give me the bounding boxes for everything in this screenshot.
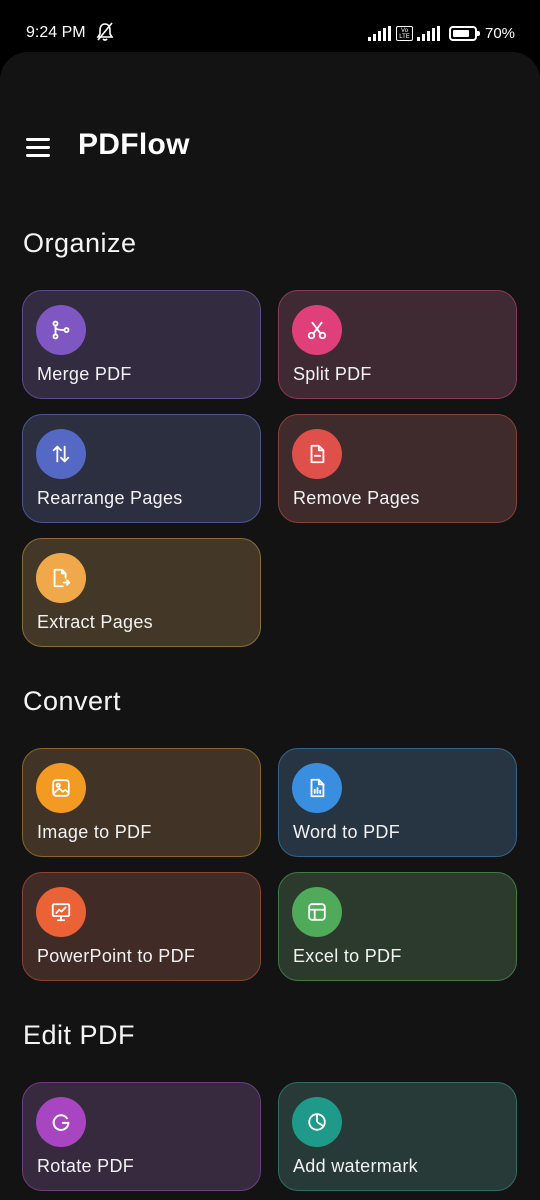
app-title: PDFlow xyxy=(78,128,190,161)
card-label: Add watermark xyxy=(293,1156,418,1176)
table-icon xyxy=(292,887,342,937)
merge-pdf-card[interactable]: Merge PDF xyxy=(22,290,261,399)
powerpoint-to-pdf-card[interactable]: PowerPoint to PDF xyxy=(22,872,261,981)
card-label: Remove Pages xyxy=(293,488,420,508)
merge-icon xyxy=(36,305,86,355)
card-label: Rotate PDF xyxy=(37,1156,135,1176)
image-icon xyxy=(36,763,86,813)
extract-pages-card[interactable]: Extract Pages xyxy=(22,538,261,647)
scissors-icon xyxy=(292,305,342,355)
word-to-pdf-card[interactable]: Word to PDF xyxy=(278,748,517,857)
signal-icon xyxy=(368,26,391,41)
rotate-pdf-card[interactable]: Rotate PDF xyxy=(22,1082,261,1191)
card-label: Image to PDF xyxy=(37,822,152,842)
status-time: 9:24 PM xyxy=(26,24,86,41)
document-icon xyxy=(292,763,342,813)
volte-icon: Vo LTE xyxy=(396,26,413,41)
app-surface: PDFlow Organize Merge PDF Split PDF Rear… xyxy=(0,52,540,1200)
battery-icon xyxy=(449,26,480,41)
split-pdf-card[interactable]: Split PDF xyxy=(278,290,517,399)
rotate-icon xyxy=(36,1097,86,1147)
card-label: Rearrange Pages xyxy=(37,488,183,508)
menu-icon[interactable] xyxy=(26,138,50,158)
section-title-organize: Organize xyxy=(23,228,137,258)
image-to-pdf-card[interactable]: Image to PDF xyxy=(22,748,261,857)
rearrange-pages-card[interactable]: Rearrange Pages xyxy=(22,414,261,523)
section-title-edit-pdf: Edit PDF xyxy=(23,1020,136,1050)
file-remove-icon xyxy=(292,429,342,479)
file-export-icon xyxy=(36,553,86,603)
presentation-icon xyxy=(36,887,86,937)
add-watermark-card[interactable]: Add watermark xyxy=(278,1082,517,1191)
battery-percent: 70% xyxy=(485,25,516,42)
bell-off-icon xyxy=(96,22,114,41)
card-label: Extract Pages xyxy=(37,612,153,632)
status-bar: 9:24 PM Vo LTE 70% xyxy=(0,0,540,52)
section-title-convert: Convert xyxy=(23,686,122,716)
swap-vertical-icon xyxy=(36,429,86,479)
watermark-icon xyxy=(292,1097,342,1147)
excel-to-pdf-card[interactable]: Excel to PDF xyxy=(278,872,517,981)
card-label: Word to PDF xyxy=(293,822,400,842)
card-label: Merge PDF xyxy=(37,364,132,384)
card-label: Split PDF xyxy=(293,364,372,384)
signal-icon xyxy=(417,26,440,41)
card-label: Excel to PDF xyxy=(293,946,402,966)
remove-pages-card[interactable]: Remove Pages xyxy=(278,414,517,523)
card-label: PowerPoint to PDF xyxy=(37,946,196,966)
